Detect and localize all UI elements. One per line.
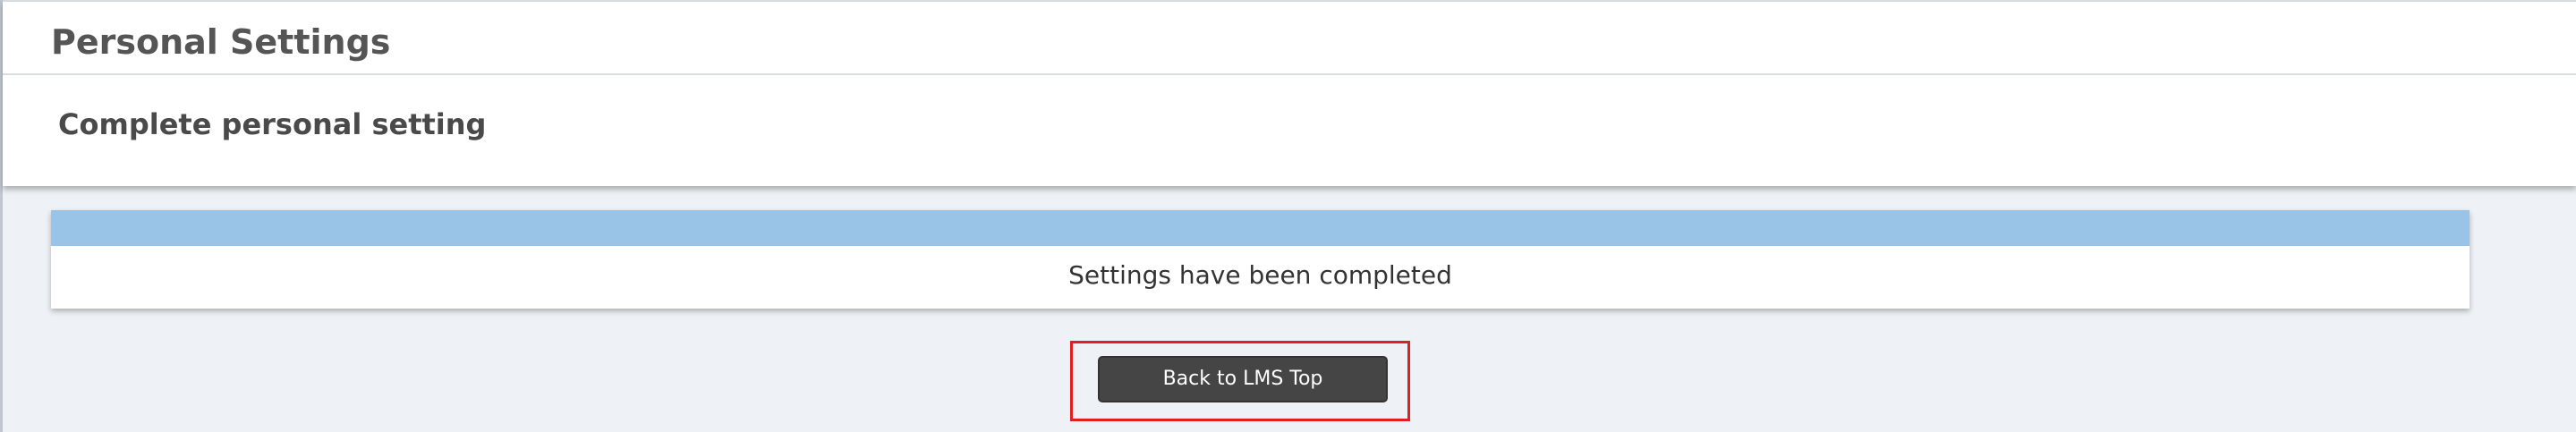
section-title: Complete personal setting — [58, 107, 487, 141]
page-title: Personal Settings — [51, 22, 391, 62]
completion-message-card: Settings have been completed — [51, 210, 2470, 309]
completion-message: Settings have been completed — [1068, 260, 1452, 290]
back-to-lms-top-button[interactable]: Back to LMS Top — [1098, 356, 1388, 402]
card-header-strip — [51, 210, 2470, 246]
page-header-panel: Personal Settings Complete personal sett… — [3, 0, 2576, 186]
header-bar: Personal Settings — [3, 2, 2576, 75]
